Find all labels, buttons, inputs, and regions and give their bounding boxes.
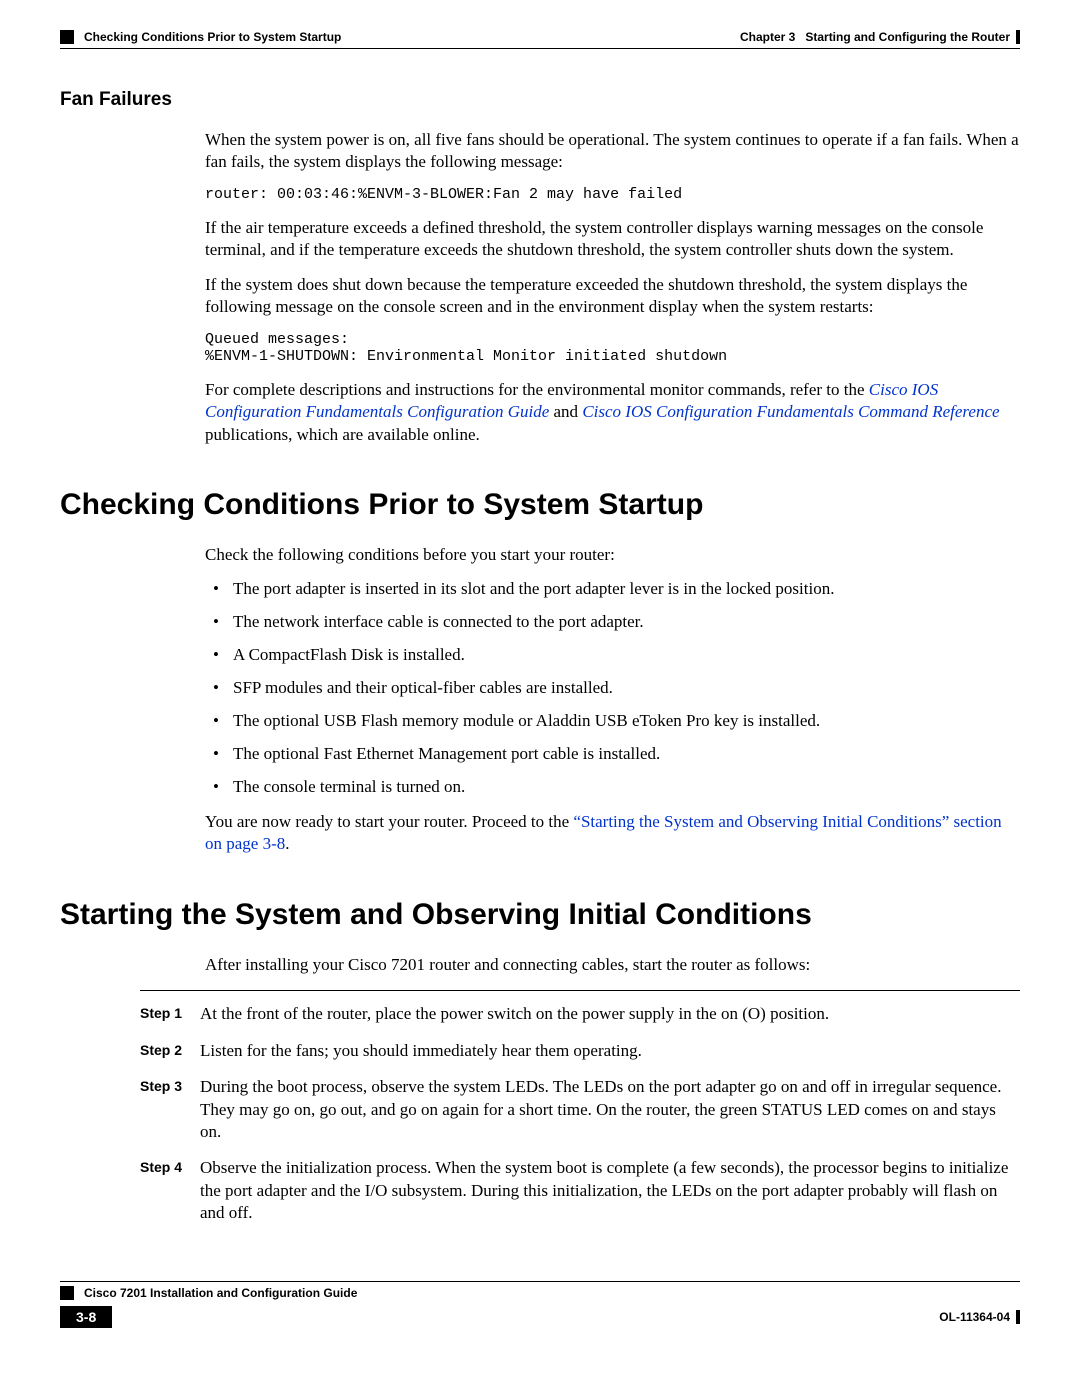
fan-p4: For complete descriptions and instructio… bbox=[205, 379, 1020, 446]
check-outro: You are now ready to start your router. … bbox=[205, 811, 1020, 856]
steps-rule bbox=[140, 990, 1020, 991]
start-intro: After installing your Cisco 7201 router … bbox=[205, 954, 1020, 976]
header-section-title: Checking Conditions Prior to System Star… bbox=[84, 30, 341, 44]
list-item: The console terminal is turned on. bbox=[205, 776, 1020, 799]
step-row: Step 3 During the boot process, observe … bbox=[140, 1076, 1020, 1143]
list-item: The port adapter is inserted in its slot… bbox=[205, 578, 1020, 601]
step-row: Step 2 Listen for the fans; you should i… bbox=[140, 1040, 1020, 1062]
step-row: Step 4 Observe the initialization proces… bbox=[140, 1157, 1020, 1224]
fan-p3: If the system does shut down because the… bbox=[205, 274, 1020, 319]
step-text: During the boot process, observe the sys… bbox=[200, 1076, 1020, 1143]
fan-code1: router: 00:03:46:%ENVM-3-BLOWER:Fan 2 ma… bbox=[205, 186, 1020, 203]
checking-conditions-heading: Checking Conditions Prior to System Star… bbox=[60, 488, 1020, 522]
starting-system-heading: Starting the System and Observing Initia… bbox=[60, 898, 1020, 932]
list-item: SFP modules and their optical-fiber cabl… bbox=[205, 677, 1020, 700]
step-label: Step 2 bbox=[140, 1040, 200, 1062]
step-label: Step 4 bbox=[140, 1157, 200, 1224]
header-chapter: Chapter 3 Starting and Configuring the R… bbox=[740, 30, 1020, 44]
fan-code2: Queued messages: %ENVM-1-SHUTDOWN: Envir… bbox=[205, 331, 1020, 365]
fan-p1: When the system power is on, all five fa… bbox=[205, 129, 1020, 174]
header-rule bbox=[60, 48, 1020, 49]
list-item: A CompactFlash Disk is installed. bbox=[205, 644, 1020, 667]
list-item: The optional Fast Ethernet Management po… bbox=[205, 743, 1020, 766]
doc-id: OL-11364-04 bbox=[939, 1310, 1020, 1324]
step-row: Step 1 At the front of the router, place… bbox=[140, 1003, 1020, 1025]
list-item: The network interface cable is connected… bbox=[205, 611, 1020, 634]
link-command-ref[interactable]: Cisco IOS Configuration Fundamentals Com… bbox=[582, 402, 999, 421]
step-text: Listen for the fans; you should immediat… bbox=[200, 1040, 1020, 1062]
check-bullet-list: The port adapter is inserted in its slot… bbox=[205, 578, 1020, 799]
footer-marker-icon bbox=[60, 1286, 74, 1300]
fan-p2: If the air temperature exceeds a defined… bbox=[205, 217, 1020, 262]
step-text: At the front of the router, place the po… bbox=[200, 1003, 1020, 1025]
footer-doc-title: Cisco 7201 Installation and Configuratio… bbox=[84, 1282, 1020, 1304]
fan-failures-heading: Fan Failures bbox=[60, 89, 1020, 111]
step-text: Observe the initialization process. When… bbox=[200, 1157, 1020, 1224]
list-item: The optional USB Flash memory module or … bbox=[205, 710, 1020, 733]
step-label: Step 1 bbox=[140, 1003, 200, 1025]
header-marker-icon bbox=[60, 30, 74, 44]
page-number: 3-8 bbox=[60, 1306, 112, 1328]
check-intro: Check the following conditions before yo… bbox=[205, 544, 1020, 566]
step-label: Step 3 bbox=[140, 1076, 200, 1143]
